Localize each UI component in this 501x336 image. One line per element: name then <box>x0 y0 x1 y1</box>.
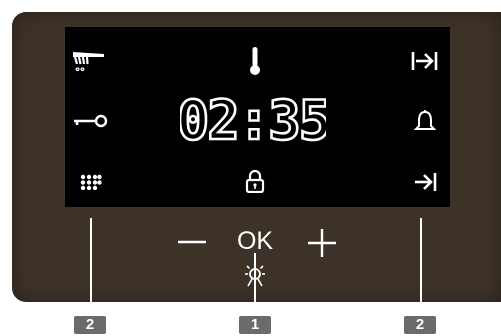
leader-line-left <box>90 218 92 316</box>
key-lock-icon[interactable] <box>73 114 109 128</box>
clock-time: 02:35 <box>180 92 326 146</box>
callout-number: 2 <box>415 316 425 333</box>
padlock-icon[interactable] <box>245 169 265 193</box>
callout-badge-right: 2 <box>404 316 436 334</box>
clock-display: 02:35 <box>180 92 326 146</box>
leader-line-center <box>254 253 256 316</box>
leader-line-right <box>420 218 422 316</box>
bell-icon[interactable] <box>414 110 436 134</box>
end-time-icon[interactable] <box>411 51 439 71</box>
callout-badge-left: 2 <box>74 316 106 334</box>
cleaning-brush-icon[interactable] <box>72 50 106 74</box>
duration-icon[interactable] <box>414 172 438 192</box>
oven-control-panel-diagram: 02:35 OK 2 1 2 <box>0 0 501 336</box>
menu-dots-icon[interactable] <box>80 174 102 190</box>
minus-button[interactable] <box>177 236 207 248</box>
plus-icon <box>308 229 336 257</box>
callout-number: 1 <box>250 316 260 333</box>
thermometer-icon[interactable] <box>248 46 262 76</box>
callout-badge-center: 1 <box>239 316 271 334</box>
callout-number: 2 <box>85 316 95 333</box>
plus-button[interactable] <box>307 228 337 258</box>
